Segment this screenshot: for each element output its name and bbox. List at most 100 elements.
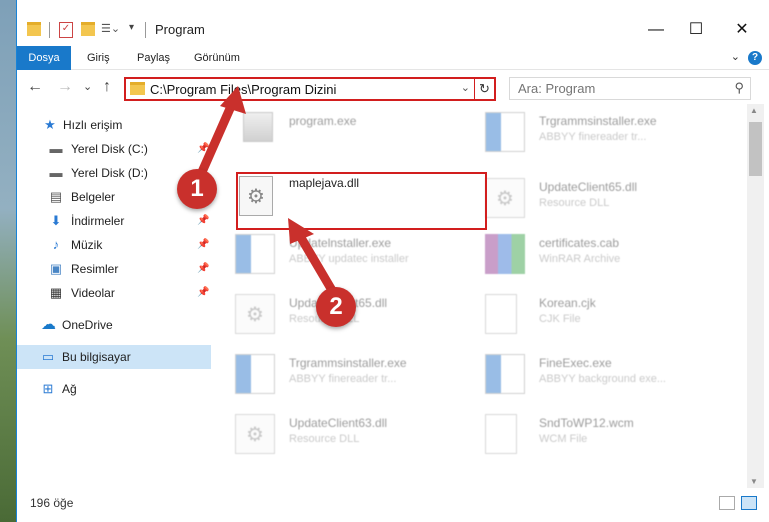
- sidebar-item-downloads[interactable]: ⬇ İndirmeler 📌: [17, 209, 211, 233]
- sidebar-item-label: Bu bilgisayar: [62, 350, 131, 364]
- sidebar-item-this-pc[interactable]: ▭ Bu bilgisayar: [17, 345, 211, 369]
- up-button[interactable]: ↑: [103, 78, 111, 96]
- tab-share[interactable]: Paylaş: [137, 46, 170, 70]
- pin-icon: 📌: [197, 239, 210, 250]
- dropdown-icon[interactable]: ▾: [129, 22, 143, 38]
- new-folder-icon[interactable]: [81, 22, 95, 36]
- highlight-box: [236, 172, 487, 230]
- sidebar-item-local-disk-c[interactable]: ▬ Yerel Disk (C:) 📌: [17, 137, 211, 161]
- file-name: Korean.cjk: [539, 296, 596, 310]
- tiles-view-icon[interactable]: [741, 496, 757, 510]
- document-icon: ▤: [49, 189, 63, 204]
- file-name: certificates.cab: [539, 236, 620, 250]
- tab-file[interactable]: Dosya: [17, 46, 71, 70]
- dll-gear-icon: ⚙: [235, 414, 275, 454]
- network-icon: ⊞: [42, 381, 54, 396]
- file-type: WinRAR Archive: [539, 253, 621, 265]
- desktop-background: [0, 0, 16, 522]
- tab-view[interactable]: Görünüm: [194, 46, 240, 70]
- sidebar-item-label: Belgeler: [71, 190, 116, 204]
- sidebar-item-label: Hızlı erişim: [63, 118, 123, 132]
- close-button[interactable]: ✕: [719, 14, 765, 46]
- scroll-down-icon[interactable]: ▼: [750, 477, 758, 486]
- file-tile[interactable]: FineExec.exe ABBYY background exe...: [481, 346, 727, 400]
- help-icon[interactable]: ?: [748, 51, 762, 65]
- file-type: WCM File: [539, 433, 588, 445]
- installer-icon: [235, 354, 275, 394]
- sidebar-item-label: Ağ: [62, 382, 77, 396]
- sidebar-item-label: Resimler: [71, 262, 119, 276]
- folder-icon: [130, 82, 145, 95]
- file-type: ABBYY finereader tr...: [539, 131, 647, 143]
- video-icon: ▦: [49, 285, 63, 300]
- blank-file-icon: [485, 414, 517, 454]
- file-tile[interactable]: Trgrammsinstaller.exe ABBYY finereader t…: [231, 346, 477, 400]
- sidebar-item-label: İndirmeler: [71, 214, 125, 228]
- sidebar-item-network[interactable]: ⊞ Ağ: [17, 377, 211, 401]
- refresh-button[interactable]: ↻: [474, 79, 494, 99]
- sidebar-item-label: Yerel Disk (D:): [71, 166, 148, 180]
- status-bar: 196 öğe: [17, 490, 769, 522]
- file-name: SndToWP12.wcm: [539, 416, 634, 430]
- file-name: UpdateClient63.dll: [289, 416, 388, 430]
- file-tile[interactable]: ⚙ UpdateClient65.dll Resource DLL: [481, 170, 727, 224]
- sidebar-item-label: Müzik: [71, 238, 103, 252]
- recent-locations-button[interactable]: ⌄: [83, 80, 92, 93]
- file-tile[interactable]: Updatelnstaller.exe ABBYY updatec instal…: [231, 226, 477, 280]
- pin-icon: 📌: [197, 287, 210, 298]
- file-list: program.exe Trgrammsinstaller.exe ABBYY …: [227, 104, 744, 488]
- search-input[interactable]: [510, 78, 720, 99]
- file-tile[interactable]: program.exe: [231, 104, 477, 158]
- dll-gear-icon: ⚙: [485, 178, 525, 218]
- navigation-bar: ← → ⌄ ↑ C:\Program Files\Program Dizini …: [17, 72, 769, 104]
- navigation-pane: ★ Hızlı erişim ▬ Yerel Disk (C:) 📌 ▬ Yer…: [17, 108, 211, 488]
- step-2-badge: 2: [316, 287, 356, 327]
- tab-home[interactable]: Giriş: [87, 46, 110, 70]
- vertical-scrollbar[interactable]: ▲ ▼: [747, 104, 764, 488]
- star-icon: ★: [44, 117, 56, 132]
- sidebar-item-label: Yerel Disk (C:): [71, 142, 148, 156]
- archive-icon: [485, 234, 525, 274]
- maximize-button[interactable]: ☐: [673, 14, 719, 46]
- sidebar-item-pictures[interactable]: ▣ Resimler 📌: [17, 257, 211, 281]
- file-type: ABBYY updatec installer: [289, 253, 409, 265]
- address-bar[interactable]: C:\Program Files\Program Dizini ⌄ ↻: [124, 77, 496, 101]
- chevron-down-icon[interactable]: ⌄: [461, 81, 470, 94]
- item-count: 196 öğe: [30, 496, 74, 510]
- file-type: Resource DLL: [289, 433, 360, 445]
- file-name: Trgrammsinstaller.exe: [539, 114, 657, 128]
- sidebar-item-onedrive[interactable]: ☁ OneDrive: [17, 313, 211, 337]
- customize-toolbar-icon[interactable]: ☰⌄: [101, 22, 121, 38]
- divider: [49, 22, 50, 38]
- blank-file-icon: [485, 294, 517, 334]
- scroll-up-icon[interactable]: ▲: [750, 106, 758, 115]
- file-name: program.exe: [289, 114, 357, 128]
- forward-button[interactable]: →: [57, 78, 73, 96]
- file-tile[interactable]: SndToWP12.wcm WCM File: [481, 406, 727, 460]
- sidebar-item-videos[interactable]: ▦ Videolar 📌: [17, 281, 211, 305]
- folder-icon: [27, 22, 41, 36]
- installer-icon: [485, 354, 525, 394]
- file-name: Updatelnstaller.exe: [289, 236, 392, 250]
- scroll-thumb[interactable]: [749, 122, 762, 176]
- ribbon-expand-icon[interactable]: ⌄: [731, 50, 740, 63]
- sidebar-item-music[interactable]: ♪ Müzik 📌: [17, 233, 211, 257]
- back-button[interactable]: ←: [27, 78, 43, 96]
- explorer-window: ✓ ☰⌄ ▾ Program — ☐ ✕ Dosya Giriş Paylaş …: [16, 0, 769, 522]
- file-tile[interactable]: ⚙ UpdateClient63.dll Resource DLL: [231, 406, 477, 460]
- details-view-icon[interactable]: [719, 496, 735, 510]
- search-box[interactable]: ⚲: [509, 77, 751, 100]
- file-tile[interactable]: certificates.cab WinRAR Archive: [481, 226, 727, 280]
- properties-icon[interactable]: ✓: [59, 22, 73, 38]
- file-tile[interactable]: Korean.cjk CJK File: [481, 286, 727, 340]
- title-bar: ✓ ☰⌄ ▾ Program — ☐ ✕: [17, 0, 769, 44]
- cloud-icon: ☁: [41, 316, 56, 333]
- pin-icon: 📌: [197, 263, 210, 274]
- sidebar-item-label: Videolar: [71, 286, 115, 300]
- exe-icon: [243, 112, 273, 142]
- sidebar-item-quick-access[interactable]: ★ Hızlı erişim: [17, 113, 211, 137]
- file-tile[interactable]: Trgrammsinstaller.exe ABBYY finereader t…: [481, 104, 727, 158]
- pin-icon: 📌: [197, 215, 210, 226]
- address-path[interactable]: C:\Program Files\Program Dizini: [150, 82, 336, 97]
- file-type: ABBYY finereader tr...: [289, 373, 397, 385]
